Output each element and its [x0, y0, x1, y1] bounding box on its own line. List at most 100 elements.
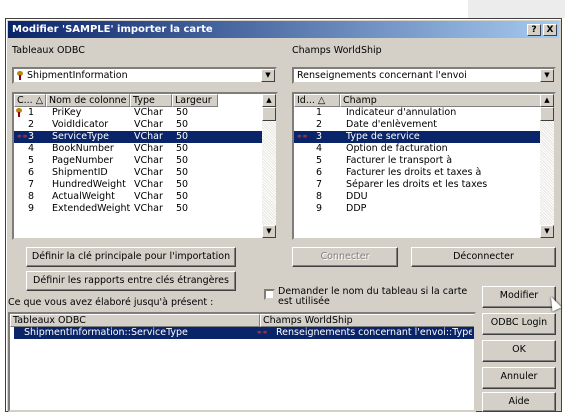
cancel-button[interactable]: Annuler [482, 367, 556, 389]
column-width: 50 [176, 107, 189, 118]
left-list-row[interactable]: 7 HundredWeight VChar 50 [14, 179, 264, 191]
column-name: VoidIdicator [52, 119, 109, 130]
right-list-row[interactable]: 4 Option de facturation [294, 143, 542, 155]
column-type: VChar [134, 203, 163, 214]
scroll-thumb[interactable] [262, 107, 276, 121]
left-list-row[interactable]: 8 ActualWeight VChar 50 [14, 191, 264, 203]
chevron-down-icon[interactable]: ▼ [261, 69, 275, 82]
field-id: 9 [316, 203, 323, 214]
scroll-thumb[interactable] [540, 107, 554, 121]
right-list-row[interactable]: 6 Facturer les droits et taxes à [294, 167, 542, 179]
col-header-name[interactable]: Nom de colonne [46, 94, 130, 107]
summary-list[interactable]: Tableaux ODBC Champs WorldShip ShipmentI… [8, 312, 476, 412]
column-type: VChar [134, 155, 163, 166]
column-type: VChar [134, 167, 163, 178]
right-list-row[interactable]: 9 DDP [294, 203, 542, 215]
left-list-row[interactable]: ⚭⚭ 3 ServiceType VChar 50 [14, 131, 264, 143]
left-list-row[interactable]: 4 BookNumber VChar 50 [14, 143, 264, 155]
column-name: ShipmentID [52, 167, 108, 178]
column-name: ServiceType [52, 131, 109, 142]
column-name: HundredWeight [52, 179, 126, 190]
field-name: DDP [346, 203, 367, 214]
column-type: VChar [134, 179, 163, 190]
left-list-row[interactable]: 6 ShipmentID VChar 50 [14, 167, 264, 179]
row-number: 7 [28, 179, 35, 190]
odbc-table-combo[interactable]: ShipmentInformation ▼ [12, 67, 277, 84]
field-id: 5 [316, 155, 323, 166]
left-list-row[interactable]: 2 VoidIdicator VChar 50 [14, 119, 264, 131]
field-name: Séparer les droits et les taxes [346, 179, 488, 190]
field-name: Option de facturation [346, 143, 448, 154]
odbc-login-button[interactable]: ODBC Login [482, 313, 556, 335]
column-type: VChar [134, 131, 163, 142]
ok-button[interactable]: OK [482, 340, 556, 362]
scroll-down-icon[interactable]: ▼ [262, 225, 276, 238]
worldship-fields-list[interactable]: Id... △ Champ 1 Indicateur d'annulation 2 D… [292, 92, 556, 240]
odbc-list-scrollbar[interactable]: ▲ ▼ [262, 94, 276, 238]
summary-label: Ce que vous avez élaboré jusqu'à présent… [8, 297, 214, 308]
connect-button[interactable]: Connecter [292, 247, 398, 267]
summary-worldship-value: Renseignements concernant l'envoi::Type … [276, 327, 472, 338]
right-list-row[interactable]: 7 Séparer les droits et les taxes [294, 179, 542, 191]
scroll-down-icon[interactable]: ▼ [540, 225, 554, 238]
column-name: BookNumber [52, 143, 114, 154]
scroll-up-icon[interactable]: ▲ [540, 94, 554, 107]
table-name-checkbox[interactable] [264, 289, 275, 300]
scroll-up-icon[interactable]: ▲ [262, 94, 276, 107]
chevron-down-icon[interactable]: ▼ [540, 69, 554, 82]
modify-button[interactable]: Modifier [482, 286, 556, 308]
col-header-width[interactable]: Largeur [172, 94, 218, 107]
col-header-champ[interactable]: Champ [340, 94, 554, 107]
column-type: VChar [134, 107, 163, 118]
right-list-row[interactable]: 1 Indicateur d'annulation [294, 107, 542, 119]
field-id: 3 [316, 131, 323, 142]
key-icon [16, 107, 23, 119]
link-icon: ⚭⚭ [296, 132, 308, 141]
close-title-button[interactable]: X [543, 24, 557, 36]
col-header-id[interactable]: Id... △ [294, 94, 340, 107]
row-number: 8 [28, 191, 35, 202]
right-list-row[interactable]: 2 Date d'enlèvement [294, 119, 542, 131]
odbc-table-combo-value: ShipmentInformation [27, 70, 128, 81]
link-icon: ⚭⚭ [256, 328, 268, 337]
define-relations-button[interactable]: Définir les rapports entre clés étrangèr… [26, 271, 236, 291]
left-list-row[interactable]: 9 ExtendedWeight VChar 50 [14, 203, 264, 215]
worldship-combo[interactable]: Renseignements concernant l'envoi ▼ [292, 67, 556, 84]
help-title-button[interactable]: ? [527, 24, 541, 36]
column-type: VChar [134, 119, 163, 130]
field-id: 8 [316, 191, 323, 202]
title-bar: Modifier 'SAMPLE' importer la carte ? X [8, 21, 559, 38]
left-list-row[interactable]: 5 PageNumber VChar 50 [14, 155, 264, 167]
worldship-list-scrollbar[interactable]: ▲ ▼ [540, 94, 554, 238]
right-list-row[interactable]: 5 Facturer le transport à [294, 155, 542, 167]
odbc-columns-list[interactable]: C... △ Nom de colonne Type Largeur 1 PriK… [12, 92, 278, 240]
column-width: 50 [176, 179, 189, 190]
column-width: 50 [176, 203, 189, 214]
column-width: 50 [176, 131, 189, 142]
right-list-row[interactable]: 8 DDU [294, 191, 542, 203]
field-id: 1 [316, 107, 323, 118]
summary-header-odbc[interactable]: Tableaux ODBC [10, 314, 260, 327]
help-button[interactable]: Aide [482, 392, 556, 412]
worldship-combo-value: Renseignements concernant l'envoi [297, 70, 467, 81]
column-width: 50 [176, 191, 189, 202]
worldship-fields-label: Champs WorldShip [292, 45, 382, 56]
column-name: ActualWeight [52, 191, 115, 202]
field-name: DDU [346, 191, 368, 202]
summary-header-worldship[interactable]: Champs WorldShip [260, 314, 474, 327]
summary-row[interactable]: ShipmentInformation::ServiceType ⚭⚭ Rens… [14, 327, 474, 339]
disconnect-button[interactable]: Déconnecter [411, 247, 556, 267]
link-icon: ⚭⚭ [16, 132, 28, 141]
field-id: 4 [316, 143, 323, 154]
right-list-row[interactable]: ⚭⚭ 3 Type de service [294, 131, 542, 143]
col-header-type[interactable]: Type [130, 94, 172, 107]
col-header-c[interactable]: C... △ [14, 94, 46, 107]
define-primary-key-button[interactable]: Définir la clé principale pour l'importa… [26, 247, 236, 267]
column-width: 50 [176, 155, 189, 166]
column-name: PriKey [52, 107, 82, 118]
window-title: Modifier 'SAMPLE' importer la carte [12, 24, 213, 35]
left-list-row[interactable]: 1 PriKey VChar 50 [14, 107, 264, 119]
table-name-checkbox-label: Demander le nom du tableau si la carte e… [278, 286, 468, 307]
row-number: 9 [28, 203, 35, 214]
field-id: 7 [316, 179, 323, 190]
